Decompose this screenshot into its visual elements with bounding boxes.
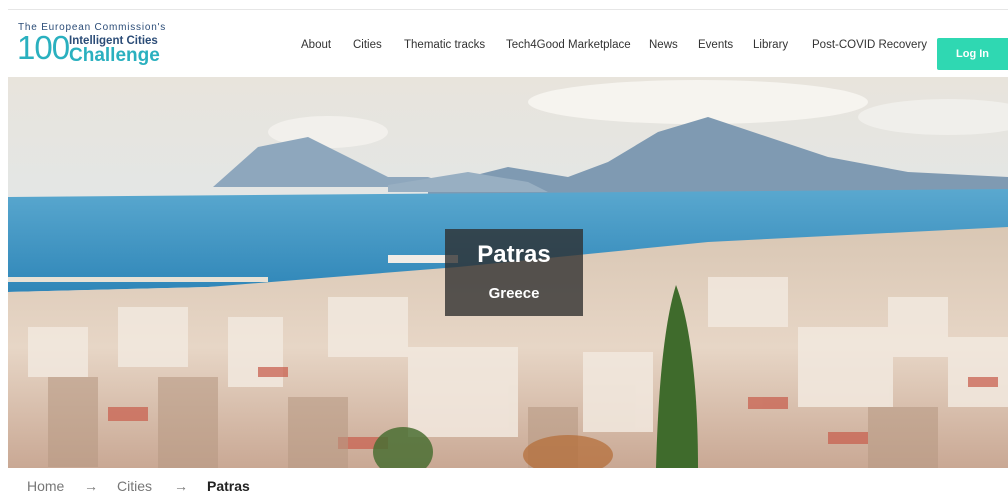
nav-item-library[interactable]: Library bbox=[753, 39, 788, 51]
nav-item-events[interactable]: Events bbox=[698, 39, 733, 51]
logo-number: 100 bbox=[17, 29, 70, 66]
breadcrumb-cities[interactable]: Cities bbox=[117, 478, 152, 494]
hero-city-name: Patras bbox=[477, 241, 551, 268]
breadcrumb-home[interactable]: Home bbox=[27, 478, 64, 494]
hero-banner: Patras Greece bbox=[8, 77, 1008, 468]
logo-title: Challenge bbox=[69, 45, 160, 66]
login-button[interactable]: Log In bbox=[937, 38, 1008, 70]
hero-title-box: Patras Greece bbox=[445, 229, 583, 316]
nav-item-thematic-tracks[interactable]: Thematic tracks bbox=[404, 39, 485, 51]
breadcrumb-separator-icon: → bbox=[84, 478, 98, 494]
breadcrumb-separator-icon: → bbox=[174, 478, 188, 494]
nav-item-tech4good-marketplace[interactable]: Tech4Good Marketplace bbox=[506, 39, 631, 51]
nav-item-cities[interactable]: Cities bbox=[353, 39, 382, 51]
nav-item-news[interactable]: News bbox=[649, 39, 678, 51]
site-header: The European Commission's 100 Intelligen… bbox=[0, 10, 1008, 77]
nav-item-about[interactable]: About bbox=[301, 39, 331, 51]
breadcrumb-current: Patras bbox=[207, 478, 250, 494]
hero-country-name: Greece bbox=[488, 285, 540, 302]
nav-item-post-covid-recovery[interactable]: Post-COVID Recovery bbox=[812, 39, 927, 51]
site-logo[interactable]: The European Commission's 100 Intelligen… bbox=[17, 22, 178, 72]
